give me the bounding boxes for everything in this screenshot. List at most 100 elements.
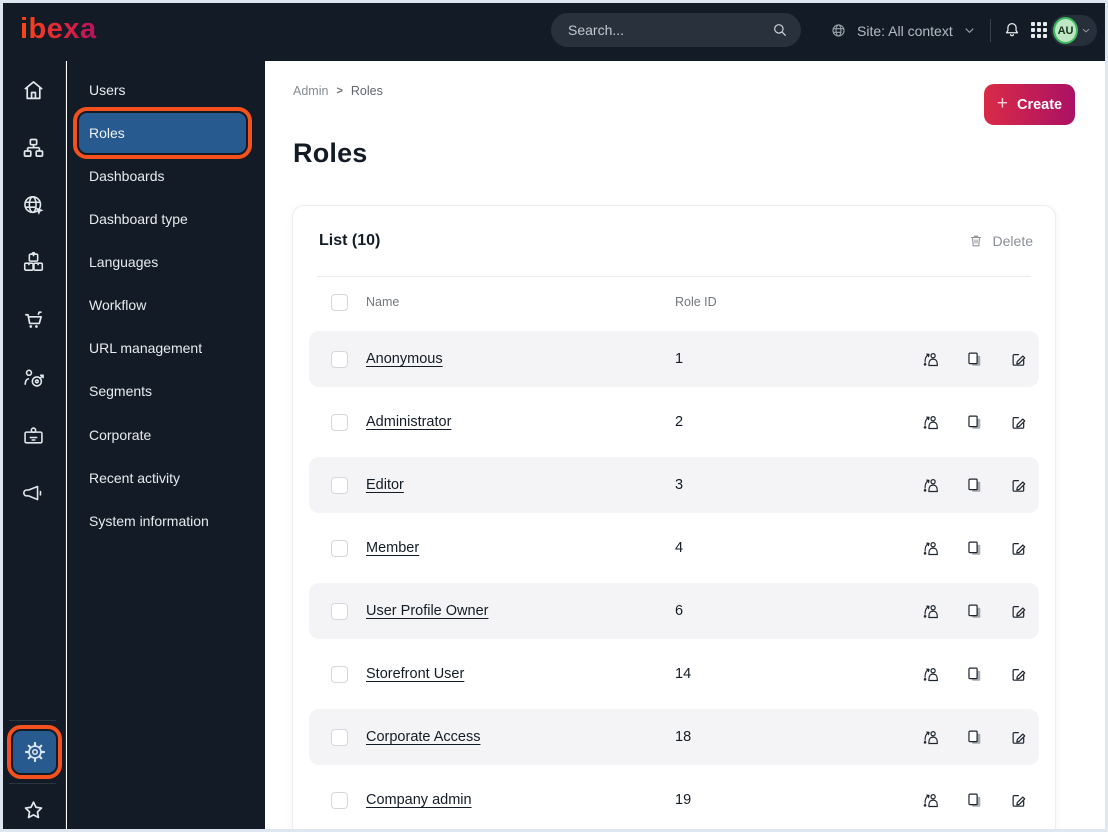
copy-icon[interactable] — [965, 602, 984, 621]
app-grid-icon[interactable] — [1031, 22, 1047, 38]
sidebar-item-system-information[interactable]: System information — [79, 501, 246, 541]
role-name-link[interactable]: Corporate Access — [366, 729, 480, 745]
ibexa-admin-screen: ibexa Site: All context AU — [0, 0, 1108, 832]
sidebar-item-workflow[interactable]: Workflow — [79, 285, 246, 325]
chevron-down-icon — [962, 23, 977, 38]
copy-icon[interactable] — [965, 539, 984, 558]
main-icon-rail — [0, 61, 66, 832]
assign-user-icon[interactable] — [921, 476, 940, 495]
sidebar-item-roles-selected[interactable]: Roles — [73, 107, 252, 159]
roles-table-body: Anonymous 1 Administrator 2 Editor 3 Mem… — [293, 327, 1055, 828]
row-checkbox[interactable] — [331, 350, 348, 368]
bookmarks-star-icon — [20, 797, 47, 824]
list-title: List (10) — [319, 232, 381, 249]
sidebar-item-dashboard-type[interactable]: Dashboard type — [79, 199, 246, 239]
row-checkbox[interactable] — [331, 665, 348, 683]
edit-icon[interactable] — [1009, 728, 1028, 747]
ibexa-logo: ibexa — [20, 13, 97, 45]
edit-icon[interactable] — [1009, 539, 1028, 558]
edit-icon[interactable] — [1009, 350, 1028, 369]
rail-item-commerce[interactable] — [11, 298, 55, 342]
page-title: Roles — [293, 138, 368, 168]
role-name-link[interactable]: User Profile Owner — [366, 603, 488, 619]
rail-separator — [9, 783, 56, 784]
role-name-link[interactable]: Anonymous — [366, 351, 443, 367]
roles-list-card: List (10) Delete Name Role ID Anonymous … — [292, 205, 1056, 832]
sidebar-item-recent-activity[interactable]: Recent activity — [79, 458, 246, 498]
rail-item-dashboard[interactable] — [11, 68, 55, 112]
row-checkbox[interactable] — [331, 413, 348, 431]
rail-item-personalization[interactable] — [11, 356, 55, 400]
sidebar-item-dashboards[interactable]: Dashboards — [79, 156, 246, 196]
role-id-value: 3 — [675, 477, 684, 493]
rail-item-content[interactable] — [11, 126, 55, 170]
row-checkbox[interactable] — [331, 476, 348, 494]
site-context-switcher[interactable]: Site: All context — [829, 0, 977, 61]
rail-item-products[interactable] — [11, 240, 55, 284]
assign-user-icon[interactable] — [921, 791, 940, 810]
assign-user-icon[interactable] — [921, 665, 940, 684]
table-header-row: Name Role ID — [293, 277, 1055, 327]
sidebar-item-languages[interactable]: Languages — [79, 242, 246, 282]
content-tree-icon — [20, 135, 47, 162]
copy-icon[interactable] — [965, 476, 984, 495]
row-checkbox[interactable] — [331, 728, 348, 746]
copy-icon[interactable] — [965, 350, 984, 369]
edit-icon[interactable] — [1009, 791, 1028, 810]
edit-icon[interactable] — [1009, 413, 1028, 432]
sidebar-item-corporate[interactable]: Corporate — [79, 415, 246, 455]
sidebar-item-users[interactable]: Users — [79, 70, 246, 110]
breadcrumb: Admin > Roles — [293, 84, 383, 98]
assign-user-icon[interactable] — [921, 539, 940, 558]
role-name-link[interactable]: Member — [366, 540, 419, 556]
assign-user-icon[interactable] — [921, 602, 940, 621]
create-button[interactable]: + Create — [984, 84, 1075, 125]
search-input[interactable] — [568, 22, 771, 38]
rail-item-campaigns[interactable] — [11, 471, 55, 515]
copy-icon[interactable] — [965, 791, 984, 810]
column-header-role-id: Role ID — [675, 295, 717, 309]
role-id-value: 1 — [675, 351, 684, 367]
row-checkbox[interactable] — [331, 791, 348, 809]
assign-user-icon[interactable] — [921, 413, 940, 432]
row-checkbox[interactable] — [331, 539, 348, 557]
edit-icon[interactable] — [1009, 602, 1028, 621]
top-bar: ibexa Site: All context AU — [0, 0, 1108, 61]
breadcrumb-admin[interactable]: Admin — [293, 84, 328, 98]
role-name-link[interactable]: Storefront User — [366, 666, 464, 682]
notifications-bell-icon[interactable] — [1002, 20, 1022, 40]
chevron-down-icon — [1080, 24, 1092, 37]
rail-item-bookmarks[interactable] — [11, 788, 55, 832]
row-checkbox[interactable] — [331, 602, 348, 620]
customer-badge-icon — [20, 423, 47, 450]
products-boxes-icon — [20, 249, 47, 276]
role-id-value: 14 — [675, 666, 692, 682]
table-row: Administrator 2 — [309, 394, 1039, 450]
main-content: Admin > Roles + Create Roles List (10) D… — [266, 61, 1108, 832]
rail-item-site[interactable] — [11, 183, 55, 227]
role-name-link[interactable]: Company admin — [366, 792, 472, 808]
assign-user-icon[interactable] — [921, 728, 940, 747]
copy-icon[interactable] — [965, 728, 984, 747]
role-id-value: 2 — [675, 414, 684, 430]
sidebar-item-segments[interactable]: Segments — [79, 371, 246, 411]
role-id-value: 4 — [675, 540, 684, 556]
site-globe-icon — [20, 192, 47, 219]
delete-button[interactable]: Delete — [968, 233, 1033, 249]
edit-icon[interactable] — [1009, 476, 1028, 495]
copy-icon[interactable] — [965, 665, 984, 684]
rail-item-customers[interactable] — [11, 414, 55, 458]
role-name-link[interactable]: Administrator — [366, 414, 451, 430]
select-all-checkbox[interactable] — [331, 293, 348, 311]
edit-icon[interactable] — [1009, 665, 1028, 684]
assign-user-icon[interactable] — [921, 350, 940, 369]
role-name-link[interactable]: Editor — [366, 477, 404, 493]
table-row: Editor 3 — [309, 457, 1039, 513]
table-row: Storefront User 14 — [309, 646, 1039, 702]
sidebar-item-url-management[interactable]: URL management — [79, 328, 246, 368]
copy-icon[interactable] — [965, 413, 984, 432]
global-search[interactable] — [551, 13, 801, 47]
user-menu[interactable]: AU — [1051, 15, 1097, 46]
avatar: AU — [1053, 17, 1079, 44]
rail-item-admin-selected[interactable] — [7, 725, 62, 779]
